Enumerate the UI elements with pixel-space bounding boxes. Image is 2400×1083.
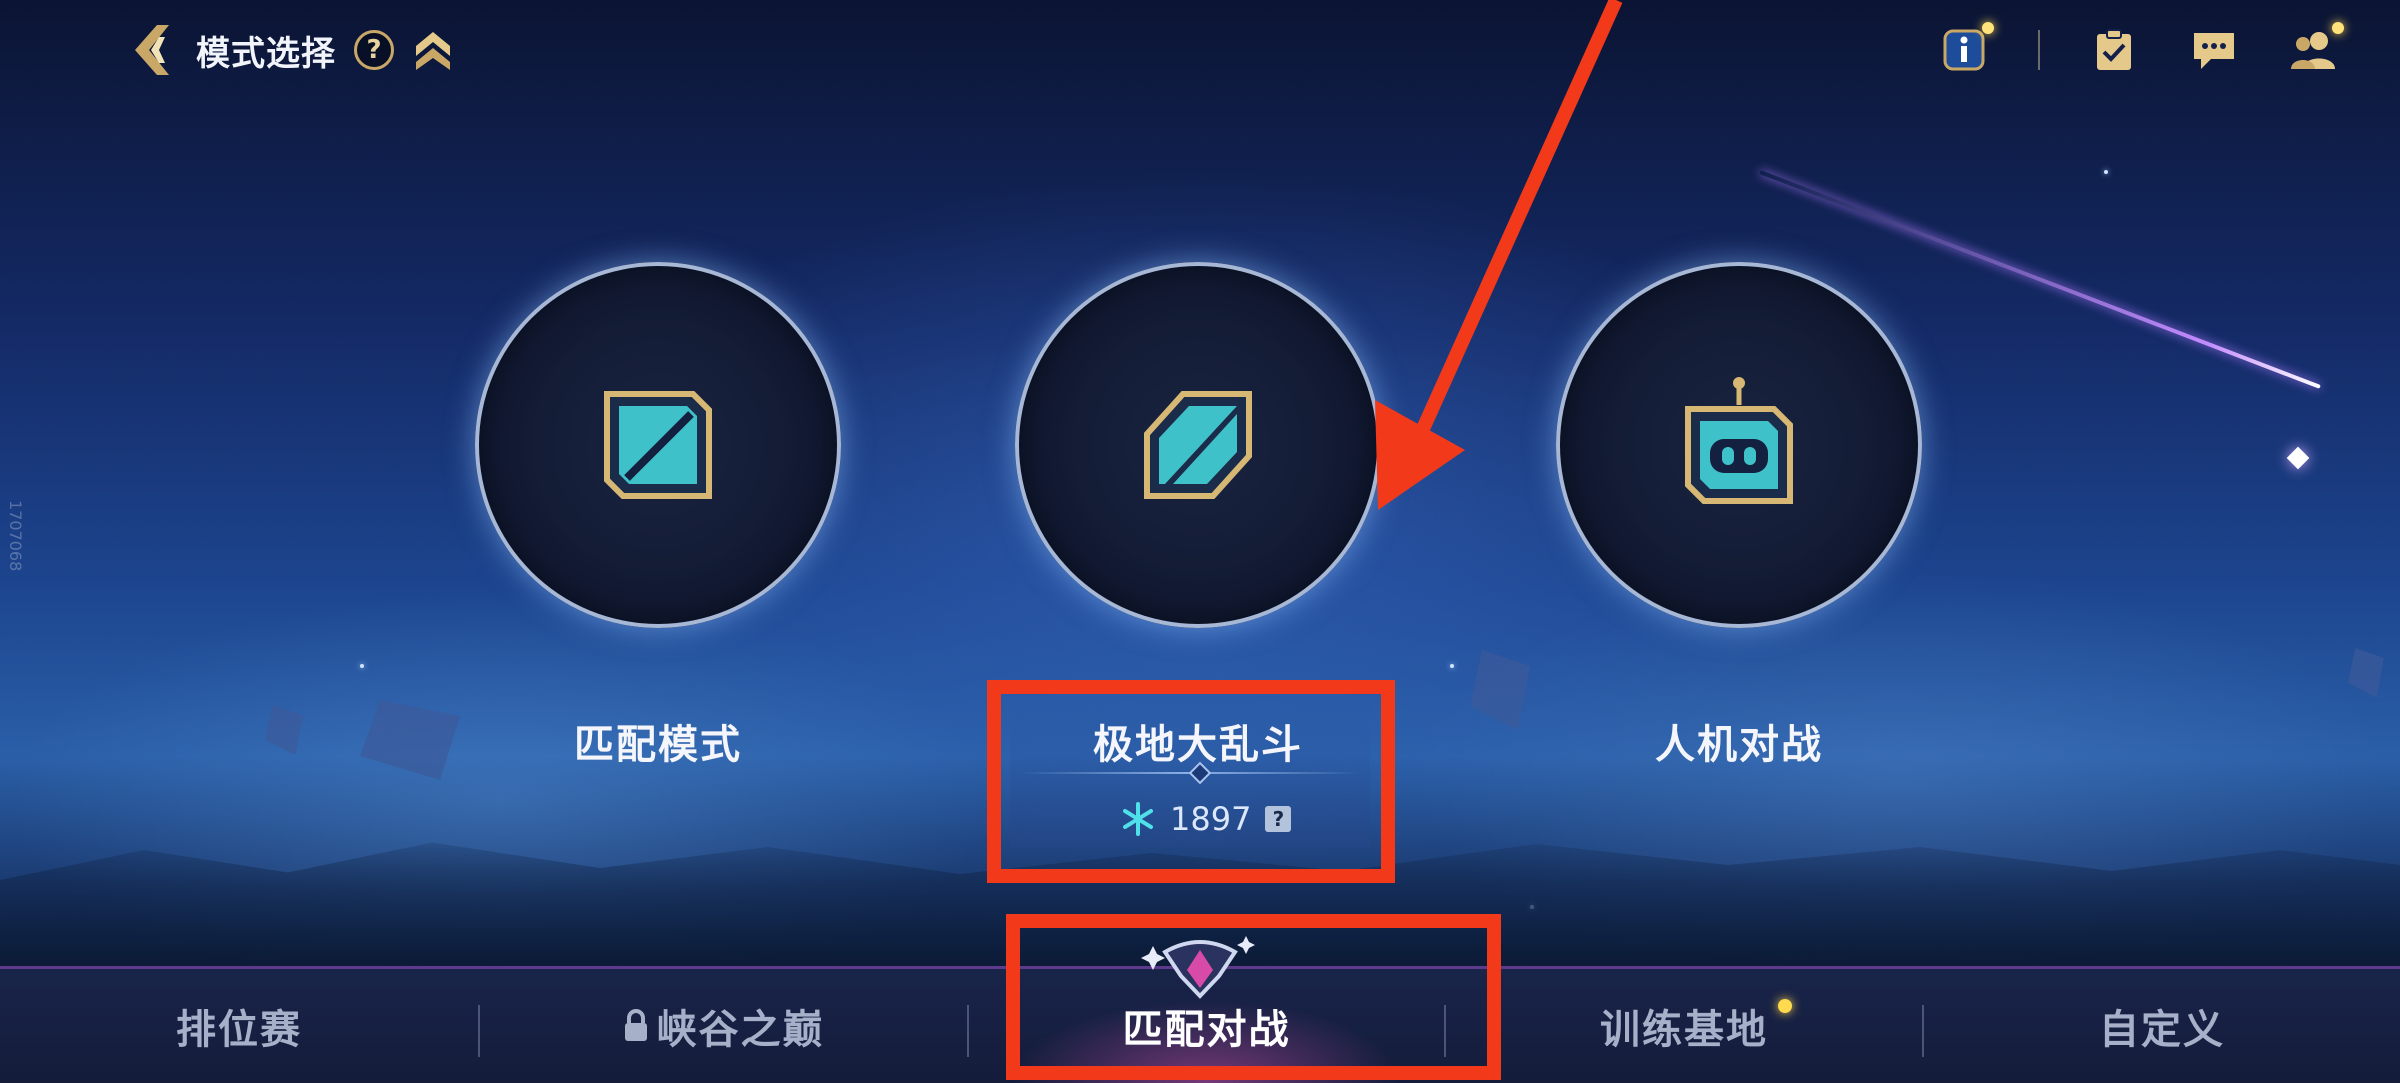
tab-label: 峡谷之巅 — [656, 1007, 825, 1053]
tab-label: 排位赛 — [176, 1007, 302, 1053]
top-right-toolbar — [1938, 22, 2344, 76]
tab-training[interactable]: 训练基地 — [1446, 969, 1922, 1083]
tab-label: 自定义 — [2099, 1007, 2225, 1053]
tab-custom[interactable]: 自定义 — [1924, 969, 2400, 1083]
page-title: 模式选择 — [196, 33, 336, 74]
mode-label-match: 匹配模式 — [574, 722, 742, 768]
tab-ranked[interactable]: 排位赛 — [0, 969, 478, 1083]
floating-rock — [360, 700, 460, 780]
clipboard-check-icon[interactable] — [2088, 26, 2140, 74]
header: 模式选择 ? — [128, 22, 454, 78]
floating-rock — [265, 705, 303, 755]
meteor-head — [2286, 446, 2310, 470]
help-icon[interactable]: ? — [354, 30, 394, 70]
mode-card-aram[interactable] — [1015, 262, 1381, 628]
annotation-box-match-tab — [1006, 914, 1501, 1080]
friends-icon[interactable] — [2288, 22, 2344, 74]
floating-rock — [1470, 650, 1530, 730]
side-watermark: 1707068 — [6, 500, 25, 572]
info-icon[interactable] — [1938, 22, 1994, 74]
tab-label: 训练基地 — [1600, 1007, 1768, 1053]
aram-mode-icon — [1144, 391, 1252, 499]
chat-icon[interactable] — [2188, 26, 2240, 74]
robot-icon — [1685, 377, 1793, 504]
lock-icon — [623, 1009, 649, 1043]
mode-label-vs-ai: 人机对战 — [1655, 722, 1823, 768]
mode-card-match[interactable] — [475, 262, 841, 628]
notification-dot — [2332, 22, 2344, 34]
mode-card-vs-ai[interactable] — [1556, 262, 1922, 628]
star — [360, 664, 364, 668]
star — [2104, 170, 2108, 174]
floating-rock — [2348, 648, 2384, 698]
star — [1450, 664, 1454, 668]
rank-chevron-icon[interactable] — [412, 29, 454, 71]
annotation-box-aram — [987, 680, 1395, 883]
toolbar-divider — [2038, 30, 2040, 70]
back-arrow-icon[interactable] — [128, 23, 178, 77]
tab-rift-peak[interactable]: 峡谷之巅 — [480, 969, 967, 1083]
match-mode-icon — [604, 391, 712, 499]
notification-dot — [1982, 22, 1994, 34]
notification-dot — [1778, 999, 1792, 1013]
